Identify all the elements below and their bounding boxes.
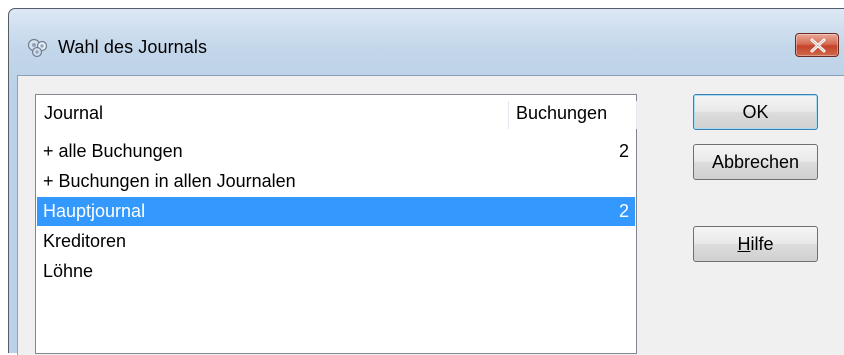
close-icon xyxy=(810,38,826,53)
journal-list[interactable]: Journal Buchungen + alle Buchungen 2 + B… xyxy=(35,94,637,354)
window-title: Wahl des Journals xyxy=(58,37,208,57)
journal-selection-icon xyxy=(27,37,49,59)
column-separator[interactable] xyxy=(508,101,509,129)
column-header-buchungen[interactable]: Buchungen xyxy=(516,95,607,132)
list-item[interactable]: + Buchungen in allen Journalen xyxy=(37,167,635,196)
list-item-name: + alle Buchungen xyxy=(43,141,183,161)
list-item-count: 2 xyxy=(619,141,630,161)
list-item[interactable]: Löhne xyxy=(37,257,635,286)
help-button-mnemonic: H xyxy=(737,234,751,254)
list-header: Journal Buchungen xyxy=(36,95,637,133)
column-header-journal[interactable]: Journal xyxy=(44,95,103,132)
list-item-name: Kreditoren xyxy=(43,231,127,251)
help-button-label: ilfe xyxy=(750,234,774,254)
list-item-count: 2 xyxy=(619,201,630,221)
column-separator[interactable] xyxy=(636,101,637,129)
list-item-name: + Buchungen in allen Journalen xyxy=(43,171,296,191)
list-item[interactable]: Kreditoren xyxy=(37,227,635,256)
title-bar[interactable]: Wahl des Journals xyxy=(9,9,844,85)
list-item-name: Löhne xyxy=(43,261,94,281)
list-item-selected[interactable]: Hauptjournal 2 xyxy=(37,197,635,226)
list-item[interactable]: + alle Buchungen 2 xyxy=(37,137,635,166)
cancel-button[interactable]: Abbrechen xyxy=(693,144,818,180)
help-button[interactable]: Hilfe xyxy=(693,226,818,262)
close-button[interactable] xyxy=(795,33,839,57)
list-item-name: Hauptjournal xyxy=(43,201,146,221)
ok-button[interactable]: OK xyxy=(693,94,818,130)
